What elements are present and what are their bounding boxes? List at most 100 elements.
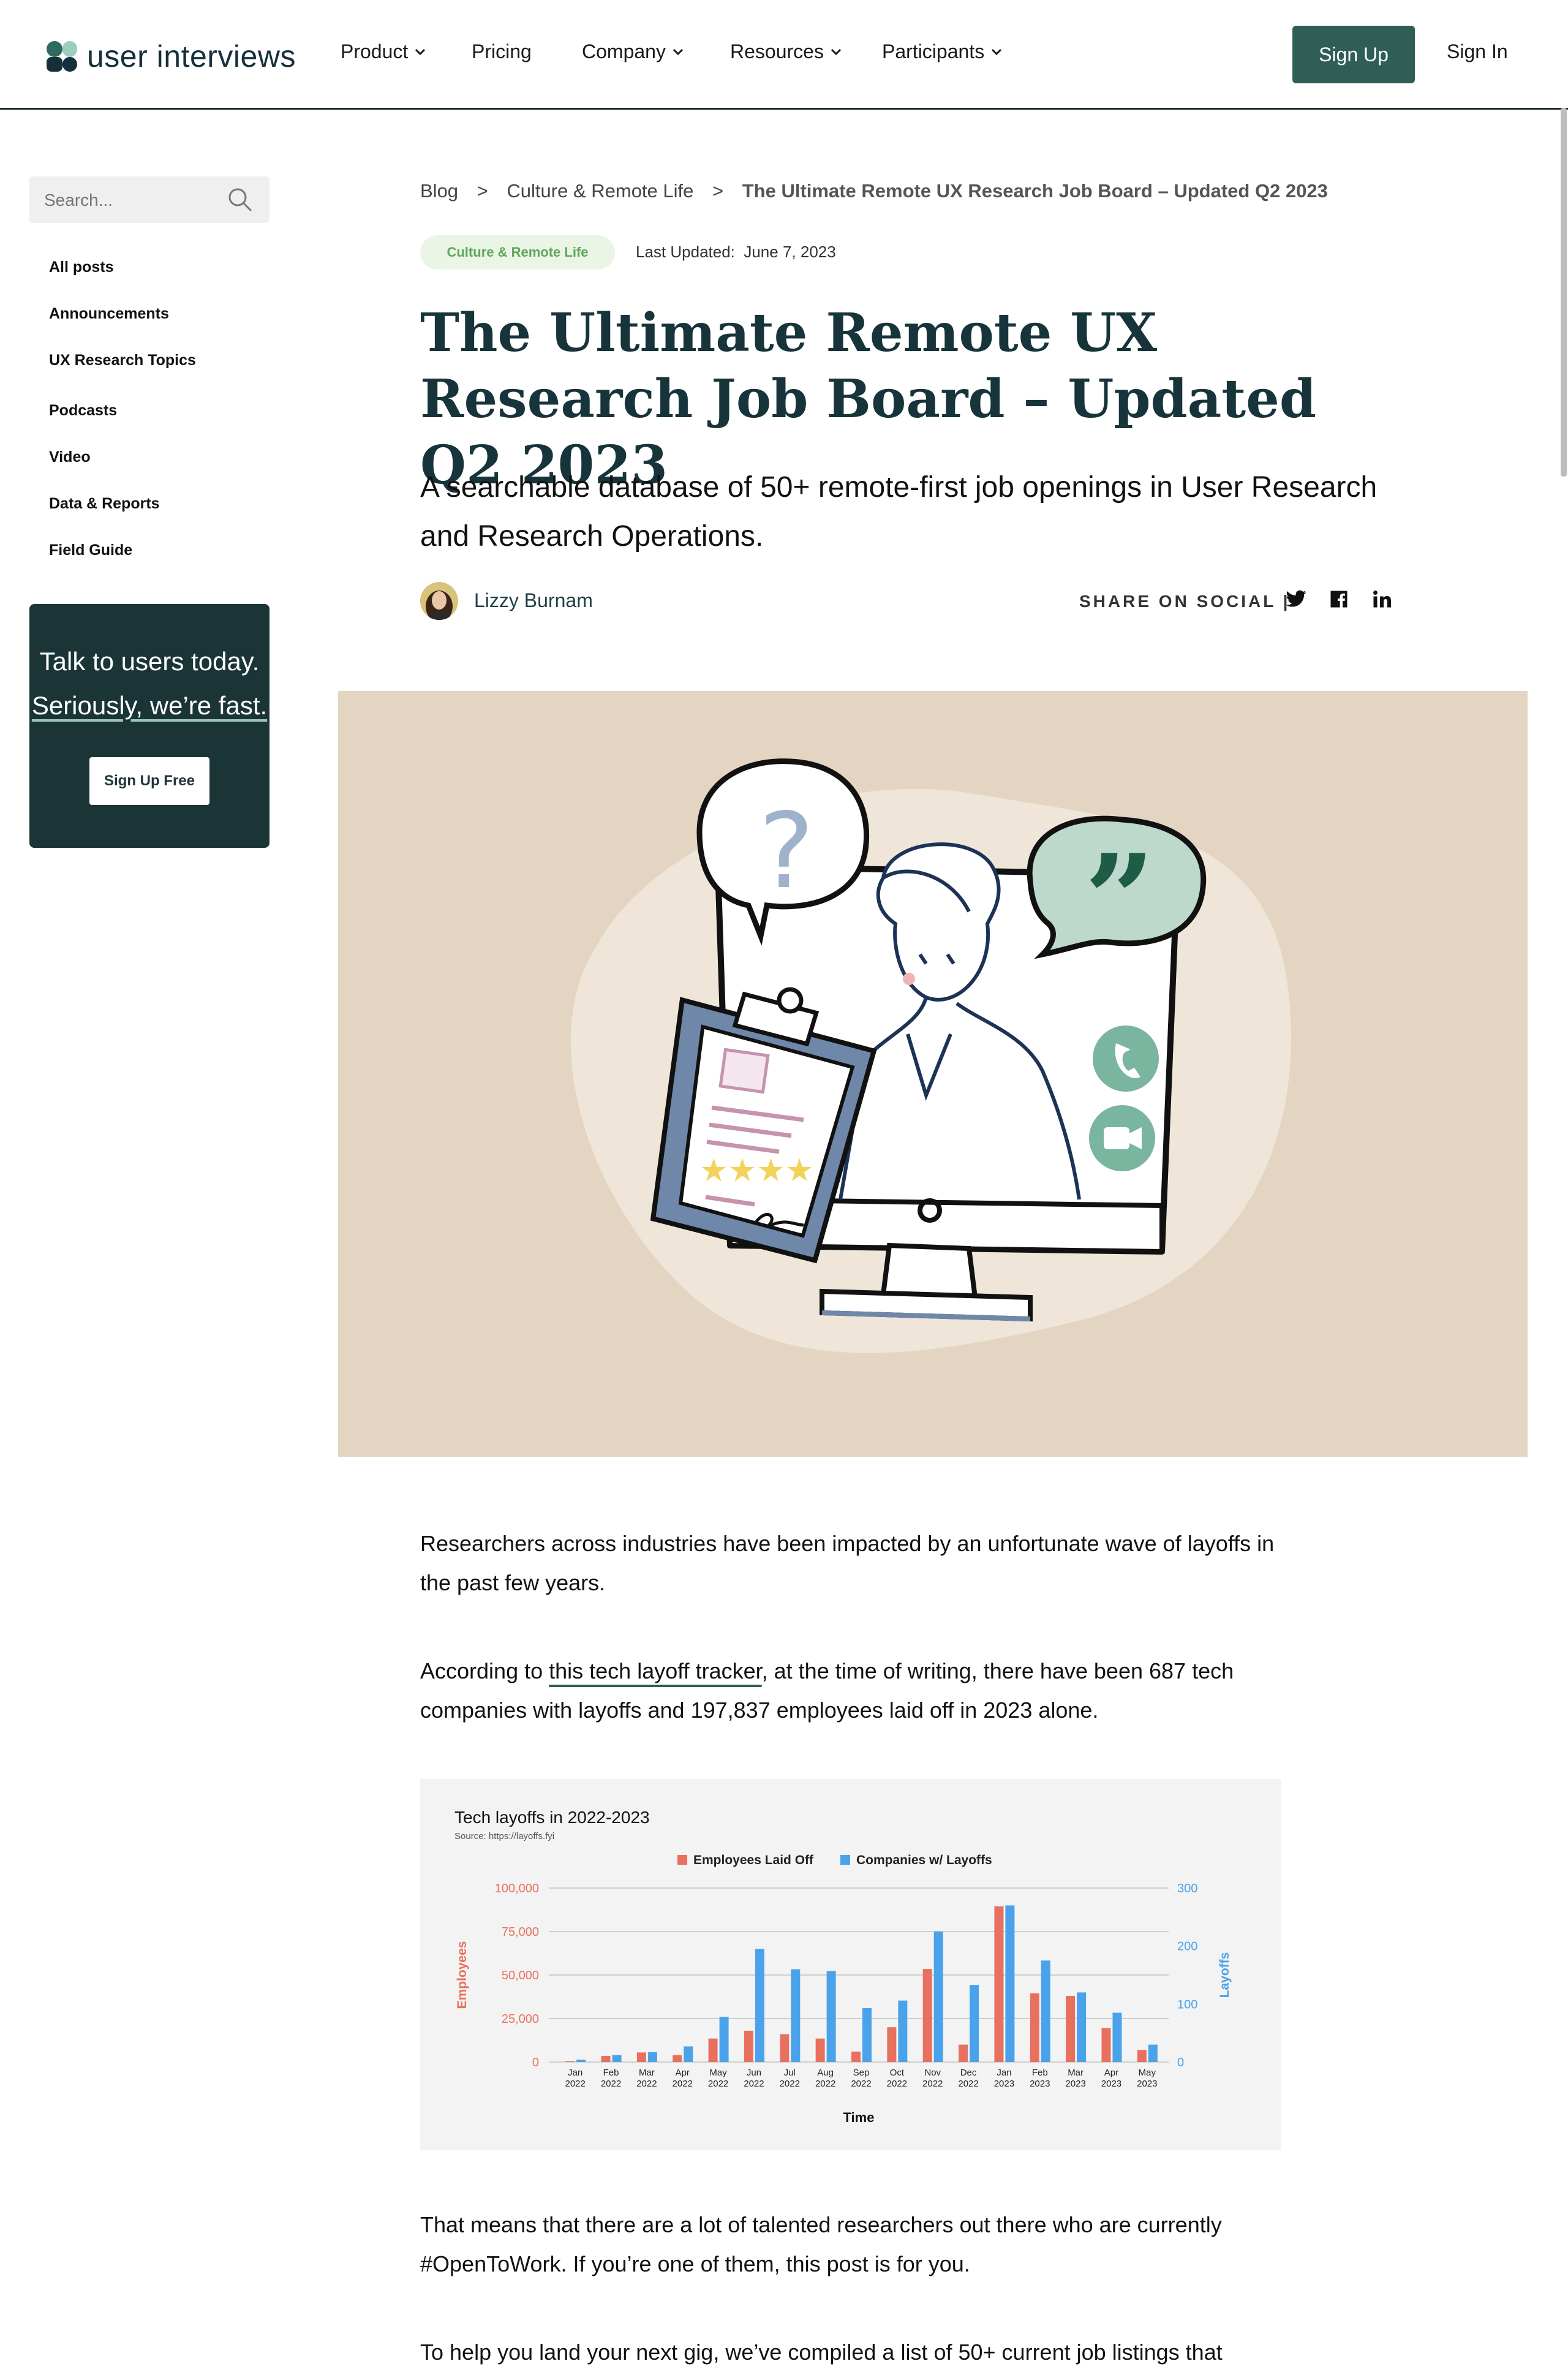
x-tick-label-year: 2022 [815, 2079, 835, 2089]
bar-companies-with-layoffs [898, 2000, 908, 2062]
cta-subheadline: Seriously, we’re fast. [31, 691, 268, 720]
x-tick-label-year: 2023 [994, 2079, 1014, 2089]
bar-companies-with-layoffs [1077, 1992, 1087, 2062]
x-tick-label-year: 2022 [601, 2079, 621, 2089]
search-icon[interactable] [227, 186, 254, 213]
breadcrumb-separator: > [712, 180, 724, 202]
author-avatar[interactable] [420, 582, 458, 620]
sidebar-item-data-reports[interactable]: Data & Reports [49, 495, 160, 513]
sidebar-item-video[interactable]: Video [49, 448, 91, 466]
bar-companies-with-layoffs [612, 2055, 622, 2062]
bar-companies-with-layoffs [1148, 2044, 1158, 2062]
paragraph-1: Researchers across industries have been … [420, 1531, 1275, 1595]
bar-employees-laid-off [673, 2055, 682, 2062]
layoffs-chart: Tech layoffs in 2022-2023 Source: https:/… [420, 1779, 1281, 2150]
search-input[interactable] [43, 186, 229, 214]
layoffs-chart-svg: Tech layoffs in 2022-2023 Source: https:/… [454, 1808, 1232, 2125]
y-tick-label: 0 [532, 2056, 539, 2069]
legend-label-employees: Employees Laid Off [693, 1853, 814, 1867]
bar-employees-laid-off [1101, 2028, 1111, 2062]
nav-company[interactable]: Company [582, 40, 684, 63]
linkedin-icon[interactable] [1371, 588, 1393, 610]
x-tick-label-month: Jan [568, 2068, 582, 2078]
chevron-down-icon [415, 48, 426, 55]
last-updated: Last Updated: June 7, 2023 [636, 243, 836, 262]
x-tick-label-year: 2022 [780, 2079, 800, 2089]
bar-employees-laid-off [994, 1906, 1004, 2062]
sidebar-item-field-guide[interactable]: Field Guide [49, 542, 132, 559]
twitter-icon[interactable] [1285, 588, 1307, 610]
x-tick-label-year: 2023 [1101, 2079, 1121, 2089]
bar-companies-with-layoffs [1112, 2012, 1122, 2062]
sidebar-item-podcasts[interactable]: Podcasts [49, 402, 117, 420]
breadcrumb-category[interactable]: Culture & Remote Life [507, 180, 693, 202]
svg-text:★★★★: ★★★★ [699, 1152, 813, 1189]
bar-companies-with-layoffs [647, 2052, 657, 2062]
sidebar-item-all-posts[interactable]: All posts [49, 259, 114, 276]
x-tick-label-month: Apr [1104, 2068, 1118, 2078]
x-tick-label-month: May [1139, 2068, 1156, 2078]
x-tick-label-year: 2022 [851, 2079, 871, 2089]
bar-companies-with-layoffs [719, 2017, 729, 2062]
x-tick-label-year: 2022 [922, 2079, 943, 2089]
page-scrollbar[interactable] [1561, 108, 1567, 477]
nav-product-label: Product [341, 40, 409, 62]
cta-sign-up-free-button[interactable]: Sign Up Free [89, 757, 209, 805]
bar-employees-laid-off [851, 2051, 861, 2062]
chevron-down-icon [831, 48, 842, 55]
last-updated-date: June 7, 2023 [744, 243, 836, 261]
bar-employees-laid-off [959, 2044, 968, 2062]
bar-employees-laid-off [708, 2038, 718, 2062]
nav-participants[interactable]: Participants [882, 40, 1003, 63]
x-tick-label-month: May [709, 2068, 727, 2078]
nav-pricing[interactable]: Pricing [472, 40, 532, 63]
y2-tick-label: 0 [1177, 2056, 1184, 2069]
nav-participants-label: Participants [882, 40, 985, 62]
y2-axis-label: Layoffs [1218, 1952, 1232, 1998]
bar-companies-with-layoffs [791, 1969, 801, 2062]
nav-resources[interactable]: Resources [730, 40, 842, 63]
chart-source: Source: https://layoffs.fyi [454, 1831, 554, 1841]
logo-mark-icon [47, 41, 77, 72]
svg-text:”: ” [1084, 828, 1155, 972]
logo[interactable]: user interviews [45, 38, 296, 75]
x-tick-label-month: Jun [747, 2068, 761, 2078]
breadcrumb-blog[interactable]: Blog [420, 180, 458, 202]
nav-product[interactable]: Product [341, 40, 426, 63]
y-axis-label: Employees [455, 1941, 469, 2009]
category-tag[interactable]: Culture & Remote Life [420, 235, 615, 270]
x-tick-label-year: 2022 [958, 2079, 978, 2089]
legend-swatch-companies [840, 1855, 850, 1865]
x-axis-label: Time [843, 2110, 875, 2125]
logo-text: user interviews [87, 39, 296, 74]
sidebar-item-announcements[interactable]: Announcements [49, 305, 169, 323]
sign-in-link[interactable]: Sign In [1447, 40, 1508, 63]
sign-up-button[interactable]: Sign Up [1292, 26, 1415, 83]
author-photo-icon [420, 582, 458, 620]
layoff-tracker-link[interactable]: this tech layoff tracker [549, 1658, 762, 1683]
bar-companies-with-layoffs [755, 1949, 764, 2062]
x-tick-label-month: Feb [603, 2068, 619, 2078]
x-tick-label-month: Aug [817, 2068, 834, 2078]
bar-employees-laid-off [744, 2030, 753, 2062]
last-updated-label: Last Updated: [636, 243, 735, 261]
x-tick-label-month: Nov [924, 2068, 941, 2078]
x-tick-label-year: 2022 [887, 2079, 907, 2089]
author-name[interactable]: Lizzy Burnam [474, 589, 593, 612]
nav-pricing-label: Pricing [472, 40, 532, 62]
x-tick-label-year: 2022 [673, 2079, 693, 2089]
y-tick-label: 100,000 [495, 1882, 539, 1895]
video-call-illustration-icon: ? ” ★★★★ [570, 758, 1291, 1353]
sidebar-item-ux-research-topics[interactable]: UX Research Topics [49, 352, 196, 369]
svg-text:?: ? [759, 791, 814, 912]
bar-employees-laid-off [780, 2034, 790, 2062]
x-tick-label-month: Mar [639, 2068, 655, 2078]
y-tick-label: 75,000 [502, 1925, 539, 1939]
bar-employees-laid-off [815, 2038, 825, 2062]
x-tick-label-year: 2022 [744, 2079, 764, 2089]
y2-tick-label: 200 [1177, 1940, 1197, 1954]
facebook-icon[interactable] [1328, 588, 1350, 610]
bar-employees-laid-off [636, 2052, 646, 2062]
x-tick-label-year: 2022 [565, 2079, 585, 2089]
breadcrumb-current: The Ultimate Remote UX Research Job Boar… [742, 180, 1328, 202]
